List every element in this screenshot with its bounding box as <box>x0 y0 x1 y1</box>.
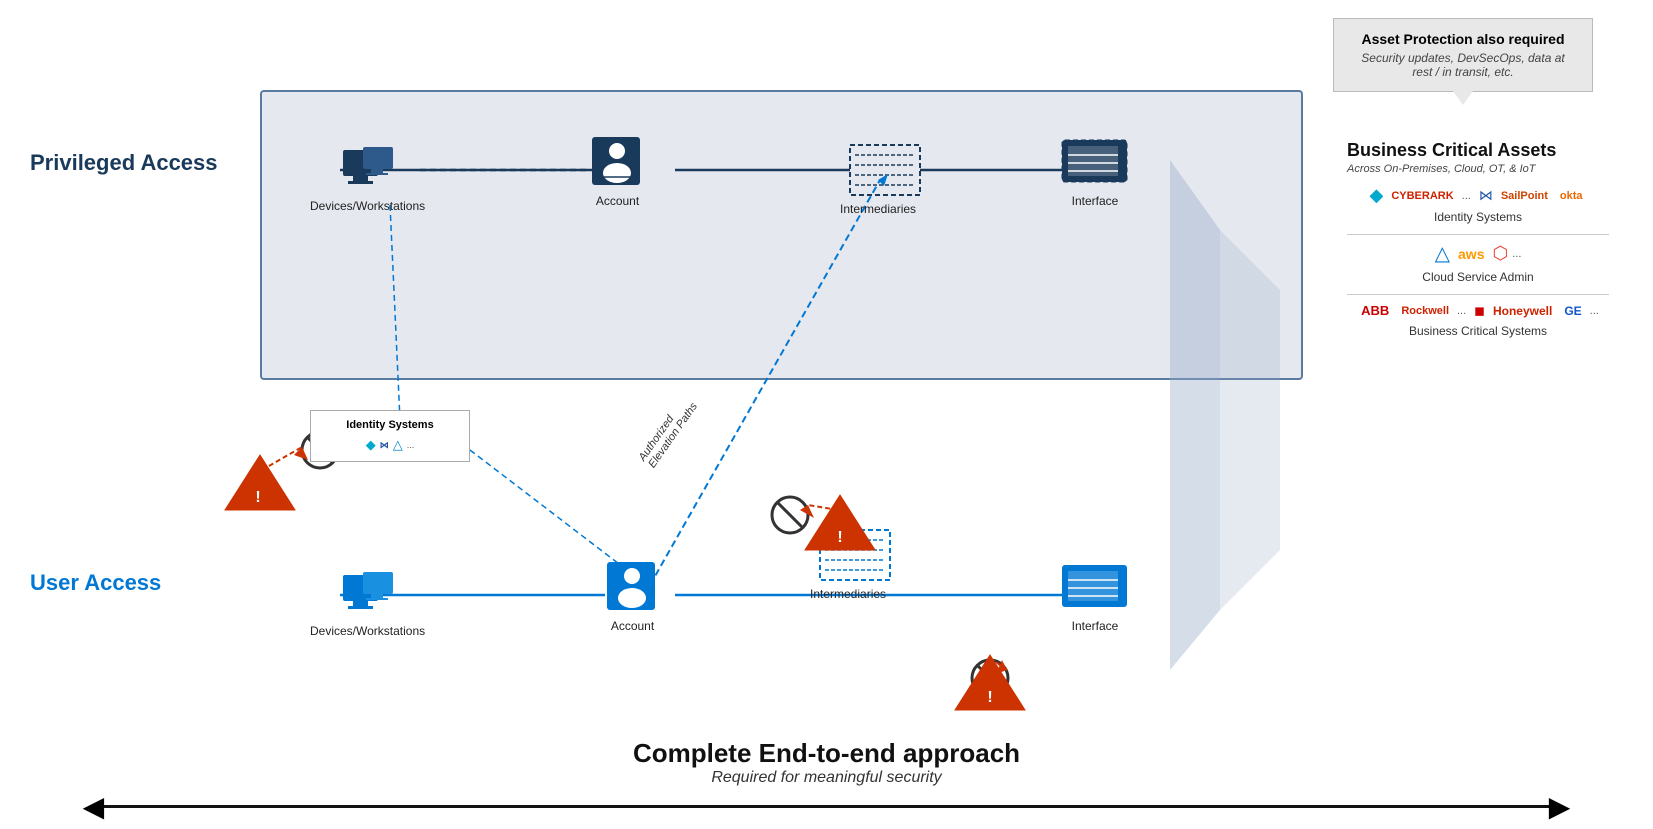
ping-icon: ◆ <box>366 437 376 453</box>
cyberark-logo: CYBERARK <box>1387 188 1457 204</box>
bca-title: Business Critical Assets <box>1347 140 1609 161</box>
user-access-label: User Access <box>30 570 250 596</box>
bca-cloud-section: △ aws ⬡ ... Cloud Service Admin <box>1347 241 1609 284</box>
honeywell-icon: ◼ <box>1474 303 1485 319</box>
bca-cloud-logos: △ aws ⬡ ... <box>1347 241 1609 266</box>
priv-account-icon <box>590 135 645 190</box>
rockwell-logo: Rockwell <box>1397 303 1453 319</box>
more-icon: ... <box>407 440 415 450</box>
priv-devices-node: Devices/Workstations <box>310 145 425 213</box>
bca-cloud-label: Cloud Service Admin <box>1347 270 1609 284</box>
arrow-line-left <box>104 805 826 808</box>
main-diagram: Privileged Access User Access <box>30 90 1623 719</box>
user-account-node: Account <box>605 560 660 633</box>
bca-identity-label: Identity Systems <box>1347 210 1609 224</box>
arrow-right: ▶ <box>1549 793 1571 821</box>
priv-devices-icon <box>338 145 398 195</box>
bca-bcs-section: ABB Rockwell ... ◼ Honeywell GE ... Busi… <box>1347 301 1609 338</box>
bca-bcs-logos: ABB Rockwell ... ◼ Honeywell GE ... <box>1347 301 1609 320</box>
identity-systems-popup: Identity Systems ◆ ⋈ △ ... <box>310 410 470 462</box>
sailpoint-icon: ⋈ <box>380 440 389 451</box>
callout-subtitle: Security updates, DevSecOps, data at res… <box>1350 51 1576 79</box>
user-devices-icon <box>338 570 398 620</box>
bottom-subtitle: Required for meaningful security <box>711 769 941 787</box>
asset-protection-callout: Asset Protection also required Security … <box>1333 18 1593 92</box>
identity-popup-title: Identity Systems <box>319 419 461 431</box>
ellipsis-1: ... <box>1462 190 1471 202</box>
user-devices-label: Devices/Workstations <box>310 624 425 638</box>
priv-account-node: Account <box>590 135 645 208</box>
honeywell-logo: Honeywell <box>1489 302 1556 320</box>
svg-text:!: ! <box>837 529 842 546</box>
bca-subtitle: Across On-Premises, Cloud, OT, & IoT <box>1347 163 1609 175</box>
okta-logo: okta <box>1556 188 1587 204</box>
ping-logo: ◆ <box>1369 185 1383 206</box>
user-intermediaries-label: Intermediaries <box>810 587 886 601</box>
user-devices-node: Devices/Workstations <box>310 570 425 638</box>
sailpoint-text: SailPoint <box>1497 188 1552 204</box>
arrow-line-right <box>827 805 1549 808</box>
aws-logo: aws <box>1454 244 1488 264</box>
bca-bcs-label: Business Critical Systems <box>1347 324 1609 338</box>
user-intermediaries-label-container: Intermediaries <box>810 585 886 603</box>
svg-text:!: ! <box>255 489 260 506</box>
arrow-left: ◀ <box>83 793 105 821</box>
user-interface-node: Interface <box>1060 560 1130 633</box>
user-interface-label: Interface <box>1072 619 1119 633</box>
user-account-icon <box>605 560 660 615</box>
priv-account-label: Account <box>596 194 639 208</box>
priv-interface-label: Interface <box>1072 194 1119 208</box>
identity-icon-1: △ <box>393 437 403 453</box>
ellipsis-2: ... <box>1512 248 1521 260</box>
ge-logo: GE <box>1560 302 1585 320</box>
gcp-logo: ⬡ <box>1492 243 1508 264</box>
callout-title: Asset Protection also required <box>1350 31 1576 47</box>
sailpoint-logo: ⋈ <box>1479 187 1493 204</box>
privileged-access-box <box>260 90 1303 380</box>
azure-logo: △ <box>1435 241 1450 266</box>
privileged-access-label: Privileged Access <box>30 150 250 176</box>
user-interface-icon <box>1060 560 1130 615</box>
ellipsis-3: ... <box>1457 305 1466 317</box>
svg-text:!: ! <box>987 689 992 706</box>
elevation-label: AuthorizedElevation Paths <box>636 394 700 470</box>
bottom-arrow: ◀ ▶ <box>83 793 1571 821</box>
bca-identity-section: ◆ CYBERARK ... ⋈ SailPoint okta Identity… <box>1347 185 1609 224</box>
priv-intermediaries-label: Intermediaries <box>840 202 916 216</box>
priv-interface-node: Interface <box>1060 135 1130 208</box>
bca-panel: Business Critical Assets Across On-Premi… <box>1333 130 1623 659</box>
ellipsis-4: ... <box>1590 305 1599 317</box>
abb-logo: ABB <box>1357 301 1393 320</box>
bottom-title: Complete End-to-end approach <box>633 738 1020 769</box>
bottom-section: Complete End-to-end approach Required fo… <box>0 729 1653 829</box>
priv-devices-label: Devices/Workstations <box>310 199 425 213</box>
bca-identity-logos: ◆ CYBERARK ... ⋈ SailPoint okta <box>1347 185 1609 206</box>
priv-interface-icon <box>1060 135 1130 190</box>
priv-intermediaries-label-container: Intermediaries <box>840 200 916 218</box>
user-account-label: Account <box>611 619 654 633</box>
